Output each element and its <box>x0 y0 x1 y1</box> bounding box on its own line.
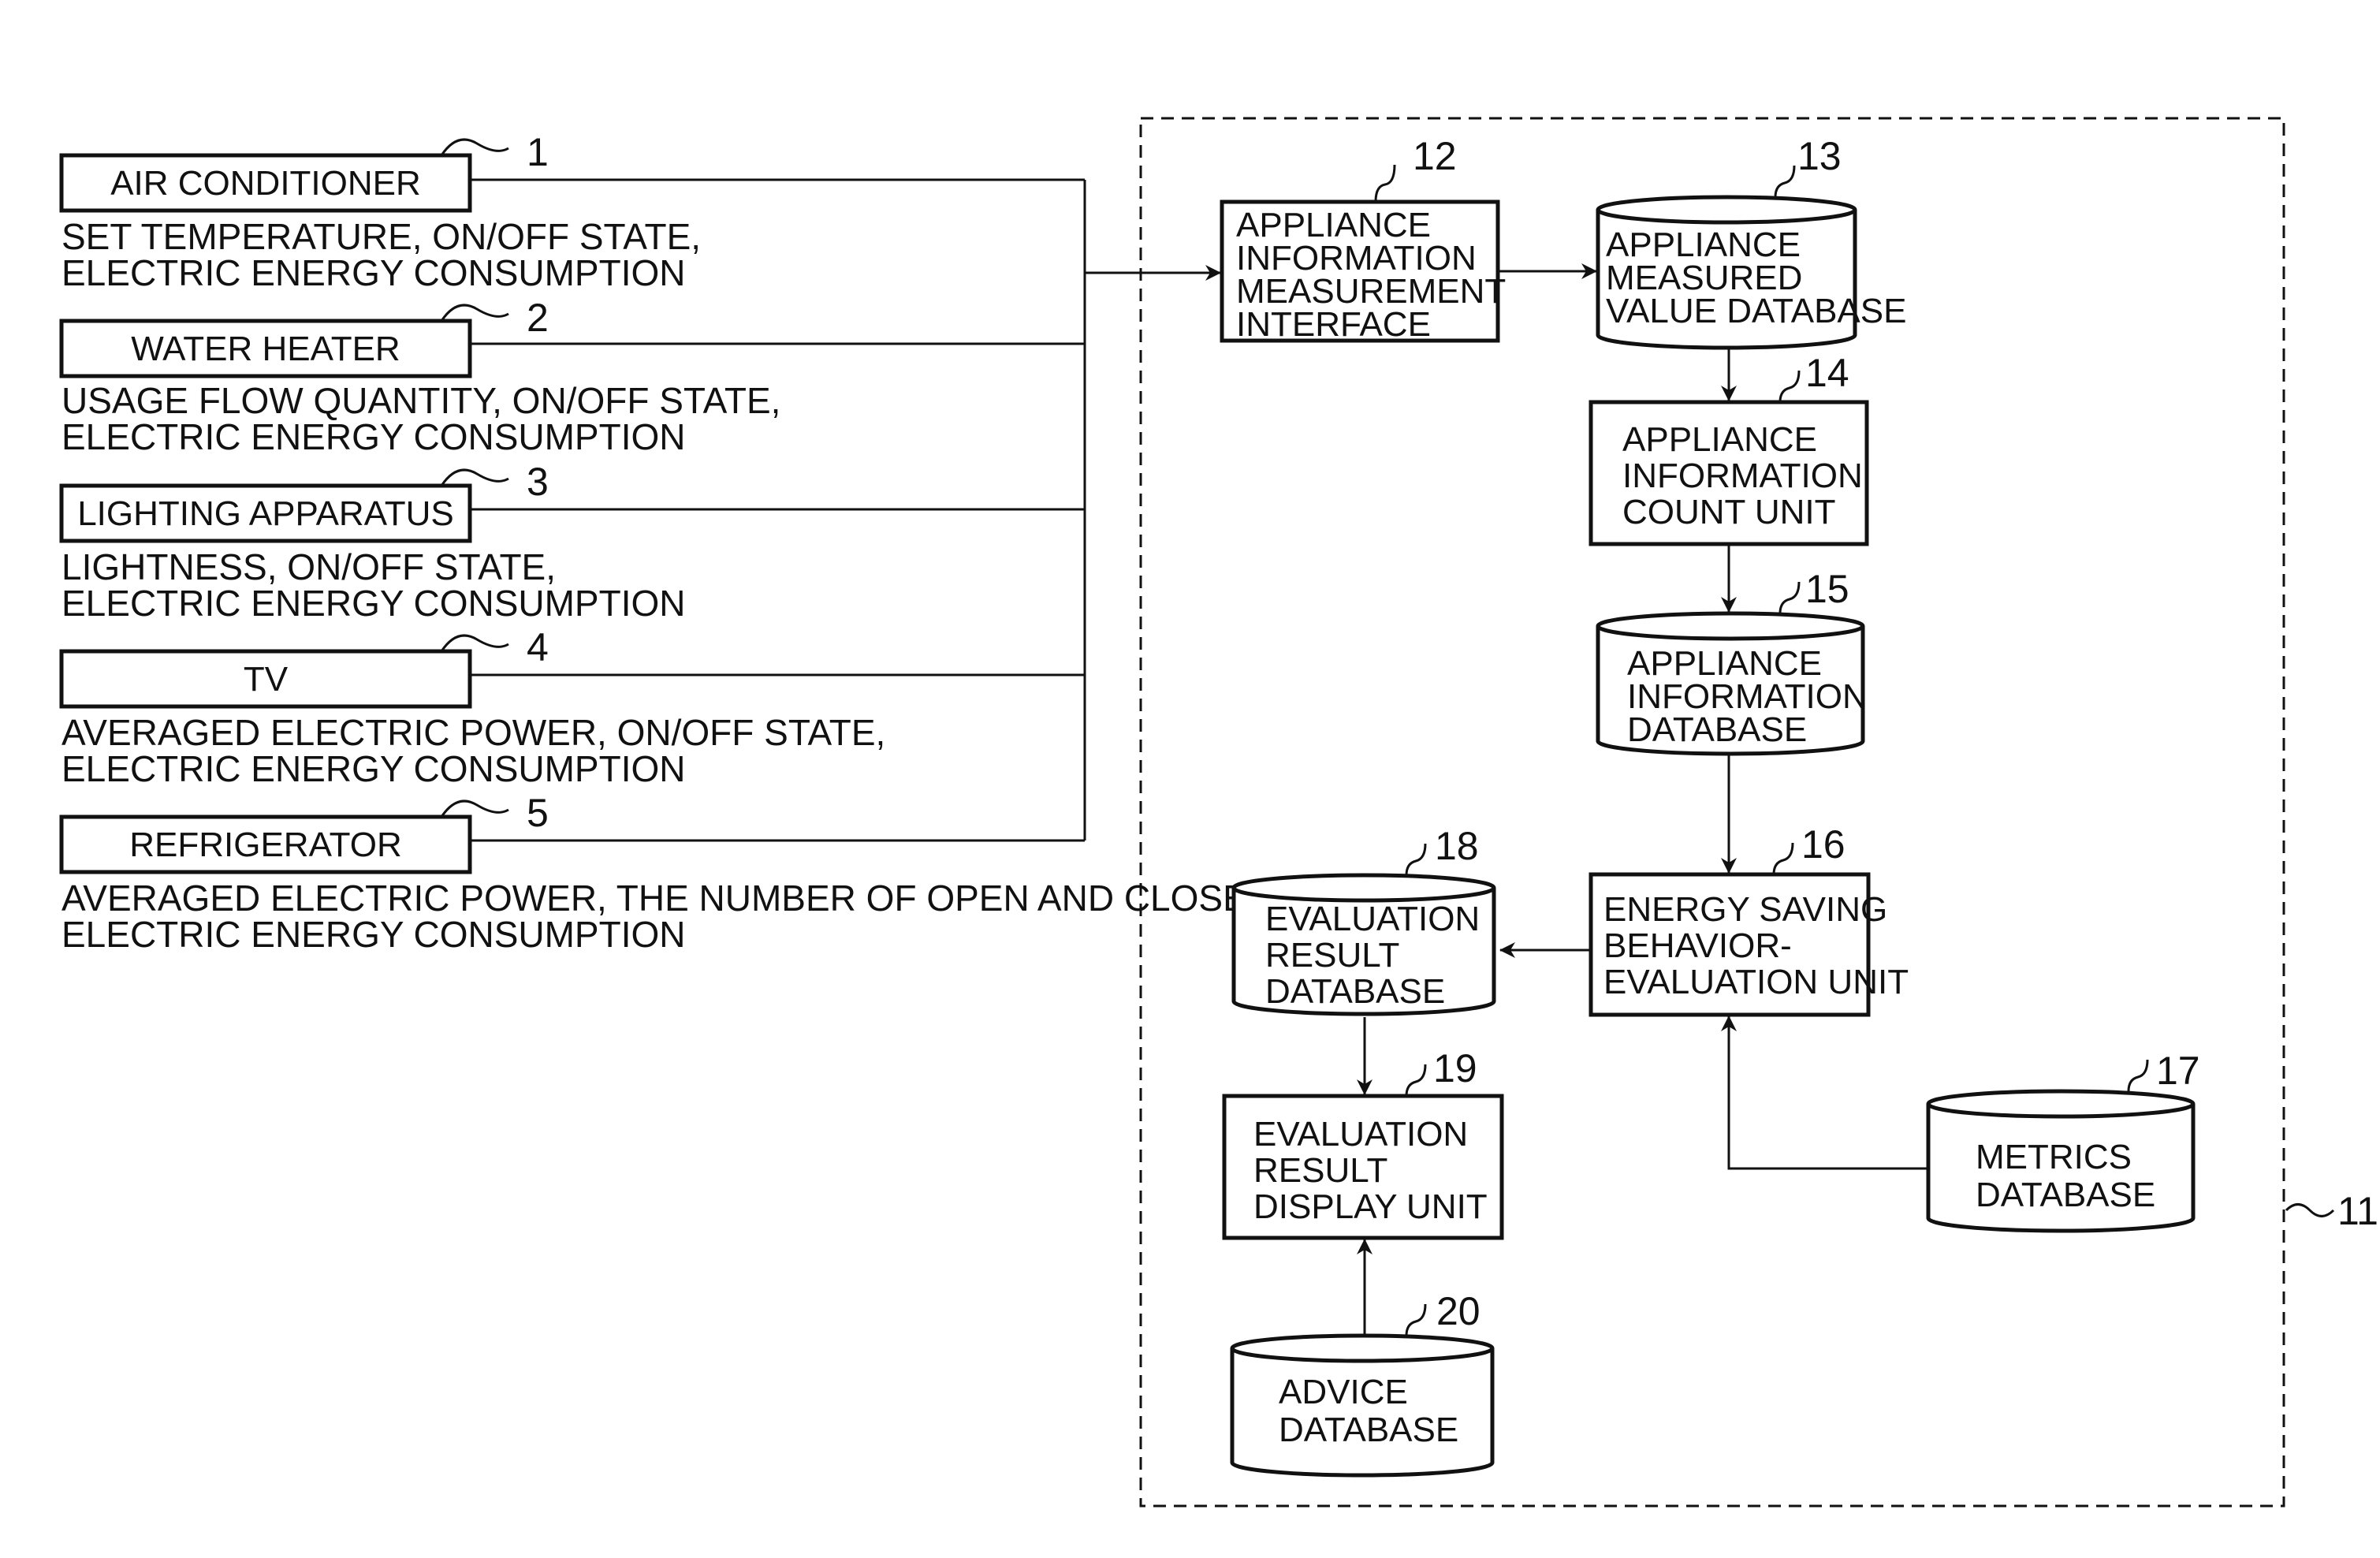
block-label-line: DATABASE <box>1279 1411 1458 1449</box>
block-appliance-measured-value-database: APPLIANCE MEASURED VALUE DATABASE 13 <box>1596 134 1906 350</box>
block-evaluation-result-database: EVALUATION RESULT DATABASE 18 <box>1231 824 1496 1016</box>
database-cylinder-top <box>1596 195 1857 225</box>
appliance-description-line: AVERAGED ELECTRIC POWER, THE NUMBER OF O… <box>61 878 1257 919</box>
appliance-label: WATER HEATER <box>131 330 400 368</box>
block-label-line: VALUE DATABASE <box>1606 292 1906 330</box>
block-metrics-database: METRICS DATABASE 17 <box>1926 1049 2200 1233</box>
leader-line <box>1405 1303 1427 1336</box>
appliance-description-line: ELECTRIC ENERGY CONSUMPTION <box>61 914 685 955</box>
leader-line <box>440 138 509 156</box>
block-appliance-information-database: APPLIANCE INFORMATION DATABASE 15 <box>1596 567 1868 756</box>
block-label-line: DISPLAY UNIT <box>1253 1187 1488 1226</box>
appliance-description-line: AVERAGED ELECTRIC POWER, ON/OFF STATE, <box>61 712 885 753</box>
appliance-label: LIGHTING APPARATUS <box>77 494 454 533</box>
database-cylinder-top <box>1231 873 1496 903</box>
ref-number: 5 <box>527 791 549 835</box>
ref-number: 20 <box>1436 1289 1481 1333</box>
block-label-line: APPLIANCE <box>1622 420 1817 459</box>
block-label-line: EVALUATION <box>1265 900 1480 938</box>
database-cylinder-top <box>1230 1333 1495 1363</box>
block-label-line: COUNT UNIT <box>1622 493 1836 531</box>
leader-line-11 <box>2285 1203 2335 1217</box>
appliance-description-line: SET TEMPERATURE, ON/OFF STATE, <box>61 216 701 257</box>
ref-number: 12 <box>1413 134 1457 178</box>
ref-number: 2 <box>527 296 549 340</box>
leader-line <box>1374 164 1396 203</box>
appliance-description-line: ELECTRIC ENERGY CONSUMPTION <box>61 748 685 789</box>
leader-line <box>1778 370 1801 403</box>
block-label-line: BEHAVIOR- <box>1603 926 1792 965</box>
appliance-air-conditioner: AIR CONDITIONER 1 SET TEMPERATURE, ON/OF… <box>59 130 701 293</box>
block-advice-database: ADVICE DATABASE 20 <box>1230 1289 1495 1478</box>
block-label-line: DATABASE <box>1265 972 1445 1011</box>
block-diagram: 11 AIR CONDITIONER 1 SET TEMPERATURE, ON… <box>59 117 2378 1508</box>
ref-number: 19 <box>1433 1046 1477 1090</box>
database-cylinder-top <box>1596 611 1865 641</box>
ref-number: 14 <box>1805 351 1849 395</box>
block-label-line: EVALUATION UNIT <box>1603 963 1909 1001</box>
ref-number: 4 <box>527 625 549 669</box>
appliance-description-line: LIGHTNESS, ON/OFF STATE, <box>61 546 556 587</box>
ref-number: 16 <box>1801 822 1846 867</box>
block-label-line: EVALUATION <box>1253 1115 1468 1154</box>
leader-line <box>1778 581 1801 614</box>
block-energy-saving-behavior-evaluation-unit: ENERGY SAVING BEHAVIOR- EVALUATION UNIT … <box>1589 822 1909 1017</box>
appliance-description-line: ELECTRIC ENERGY CONSUMPTION <box>61 416 685 457</box>
leader-line <box>2127 1059 2149 1092</box>
leader-line <box>1405 1064 1427 1097</box>
block-label-line: DATABASE <box>1976 1176 2155 1214</box>
database-cylinder-top <box>1926 1089 2196 1119</box>
block-label-line: INFORMATION <box>1622 457 1863 495</box>
block-label-line: METRICS <box>1976 1138 2132 1176</box>
block-label-line: RESULT <box>1253 1151 1387 1190</box>
leader-line <box>440 634 509 652</box>
block-evaluation-result-display-unit: EVALUATION RESULT DISPLAY UNIT 19 <box>1222 1046 1504 1240</box>
leader-line <box>440 468 509 486</box>
leader-line <box>1774 165 1796 198</box>
appliance-water-heater: WATER HEATER 2 USAGE FLOW QUANTITY, ON/O… <box>59 296 780 457</box>
leader-line <box>440 304 509 322</box>
leader-line <box>1405 843 1427 876</box>
appliance-tv: TV 4 AVERAGED ELECTRIC POWER, ON/OFF STA… <box>59 625 885 789</box>
ref-number: 1 <box>527 130 549 174</box>
block-label-line: RESULT <box>1265 936 1399 975</box>
block-label-line: ADVICE <box>1279 1373 1408 1411</box>
block-label-line: DATABASE <box>1627 710 1807 749</box>
ref-number: 3 <box>527 460 549 504</box>
block-appliance-information-measurement-interface: APPLIANCE INFORMATION MEASUREMENT INTERF… <box>1220 134 1506 344</box>
appliance-description-line: ELECTRIC ENERGY CONSUMPTION <box>61 252 685 293</box>
ref-number: 13 <box>1797 134 1842 178</box>
ref-number: 18 <box>1435 824 1479 868</box>
arrow-17-to-16 <box>1721 1016 1928 1170</box>
block-label-line: ENERGY SAVING <box>1603 890 1887 929</box>
ref-number-11: 11 <box>2337 1189 2378 1233</box>
appliance-label: AIR CONDITIONER <box>110 164 421 203</box>
appliance-refrigerator: REFRIGERATOR 5 AVERAGED ELECTRIC POWER, … <box>59 791 1257 955</box>
appliance-label: TV <box>244 660 289 699</box>
ref-number: 15 <box>1805 567 1849 611</box>
leader-line <box>440 800 509 818</box>
appliance-label: REFRIGERATOR <box>129 826 402 864</box>
appliance-description-line: USAGE FLOW QUANTITY, ON/OFF STATE, <box>61 380 780 421</box>
leader-line <box>1772 842 1794 875</box>
appliance-lighting-apparatus: LIGHTING APPARATUS 3 LIGHTNESS, ON/OFF S… <box>59 460 685 624</box>
block-label-line: INTERFACE <box>1236 305 1431 344</box>
ref-number: 17 <box>2156 1049 2200 1093</box>
appliance-description-line: ELECTRIC ENERGY CONSUMPTION <box>61 583 685 624</box>
